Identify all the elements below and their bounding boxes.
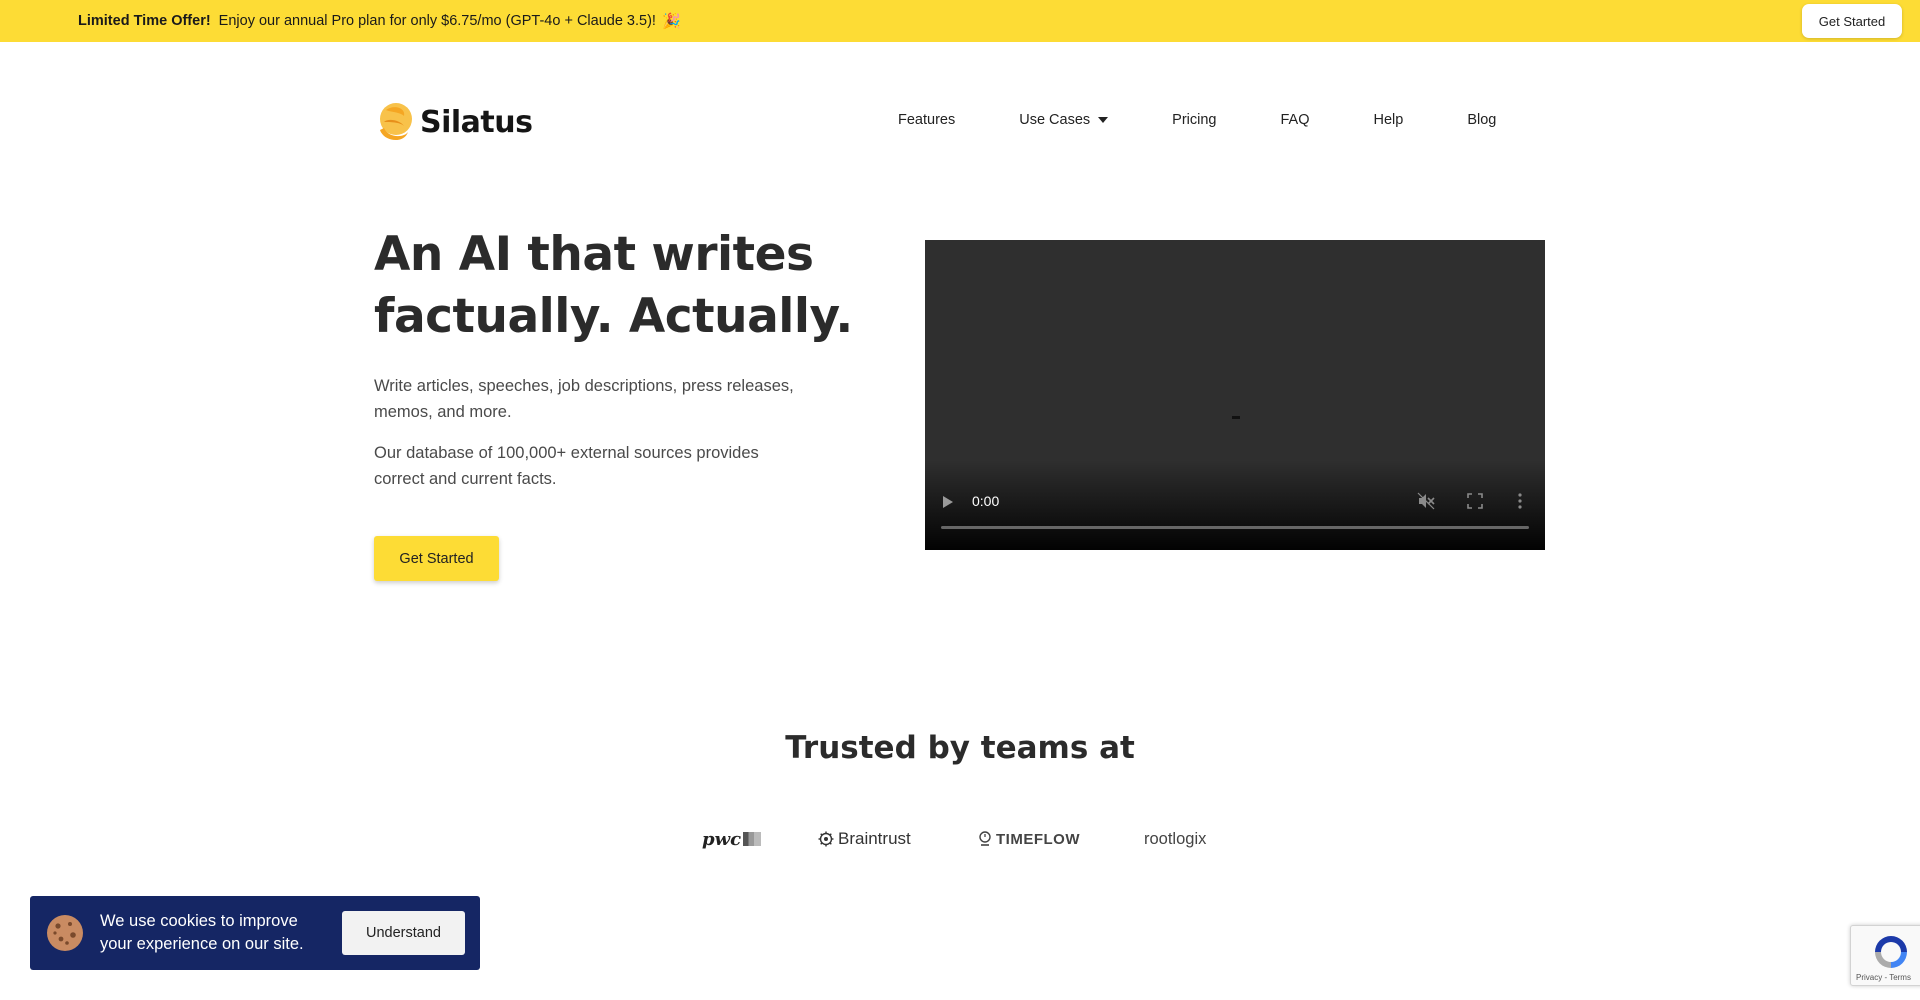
brand-pwc-label: pwc: [702, 828, 742, 850]
brand-braintrust: Braintrust: [818, 826, 911, 852]
logo-text: Silatus: [420, 104, 533, 140]
main-nav: Features Use Cases Pricing FAQ Help Blog: [898, 112, 1496, 128]
brand-braintrust-label: Braintrust: [838, 829, 911, 848]
promo-message: Enjoy our annual Pro plan for only $6.75…: [218, 13, 656, 29]
promo-text: Limited Time Offer! Enjoy our annual Pro…: [78, 0, 681, 42]
brand-pwc: pwc: [702, 826, 762, 852]
nav-use-cases-label: Use Cases: [1019, 112, 1091, 128]
hero-title: An AI that writes factually. Actually.: [374, 227, 853, 344]
nav-features[interactable]: Features: [898, 112, 955, 128]
brand-timeflow: TIMEFLOW: [978, 826, 1080, 852]
nav-use-cases[interactable]: Use Cases: [1019, 112, 1109, 128]
promo-get-started-button[interactable]: Get Started: [1802, 4, 1902, 38]
video-controls-gradient: [925, 460, 1545, 550]
nav-help[interactable]: Help: [1374, 112, 1404, 128]
promo-banner: Limited Time Offer! Enjoy our annual Pro…: [0, 0, 1920, 42]
more-options-icon[interactable]: [1517, 493, 1523, 509]
braintrust-gear-icon: [818, 831, 834, 847]
promo-strong: Limited Time Offer!: [78, 13, 211, 29]
hero-get-started-button[interactable]: Get Started: [374, 536, 499, 581]
brand-logos: pwc Braintrust TIMEFLOW rootlogix: [0, 826, 1920, 852]
silatus-logo-icon: [380, 103, 412, 141]
hero-paragraph-2: Our database of 100,000+ external source…: [374, 444, 759, 488]
cookie-text: We use cookies to improve your experienc…: [100, 912, 304, 953]
site-logo[interactable]: Silatus: [374, 100, 533, 144]
pwc-blocks-icon: [743, 832, 762, 846]
brand-timeflow-label: TIMEFLOW: [996, 830, 1080, 848]
hero-paragraph-1: Write articles, speeches, job descriptio…: [374, 377, 794, 421]
party-popper-icon: 🎉: [661, 13, 681, 30]
brand-rootlogix-label: rootlogix: [1144, 829, 1207, 848]
recaptcha-icon: [1875, 936, 1907, 968]
fullscreen-icon[interactable]: [1467, 493, 1483, 509]
timeflow-clock-icon: [979, 831, 991, 846]
play-icon[interactable]: [943, 496, 953, 508]
video-loading-indicator: [1232, 416, 1240, 419]
caret-down-icon: [1098, 117, 1109, 123]
nav-faq[interactable]: FAQ: [1280, 112, 1309, 128]
video-time: 0:00: [972, 493, 1000, 509]
recaptcha-privacy-terms[interactable]: Privacy - Terms: [1856, 973, 1911, 982]
mute-icon[interactable]: [1417, 492, 1435, 510]
video-progress-bar[interactable]: [941, 526, 1529, 529]
recaptcha-badge[interactable]: Privacy - Terms: [1850, 925, 1920, 986]
cookie-understand-button[interactable]: Understand: [342, 911, 465, 955]
nav-pricing[interactable]: Pricing: [1172, 112, 1216, 128]
demo-video[interactable]: 0:00: [925, 240, 1545, 550]
cookie-banner: We use cookies to improve your experienc…: [30, 896, 480, 970]
nav-blog[interactable]: Blog: [1467, 112, 1496, 128]
cookie-icon: [47, 915, 83, 951]
brand-rootlogix: rootlogix: [1144, 826, 1206, 852]
trusted-title: Trusted by teams at: [785, 730, 1135, 766]
